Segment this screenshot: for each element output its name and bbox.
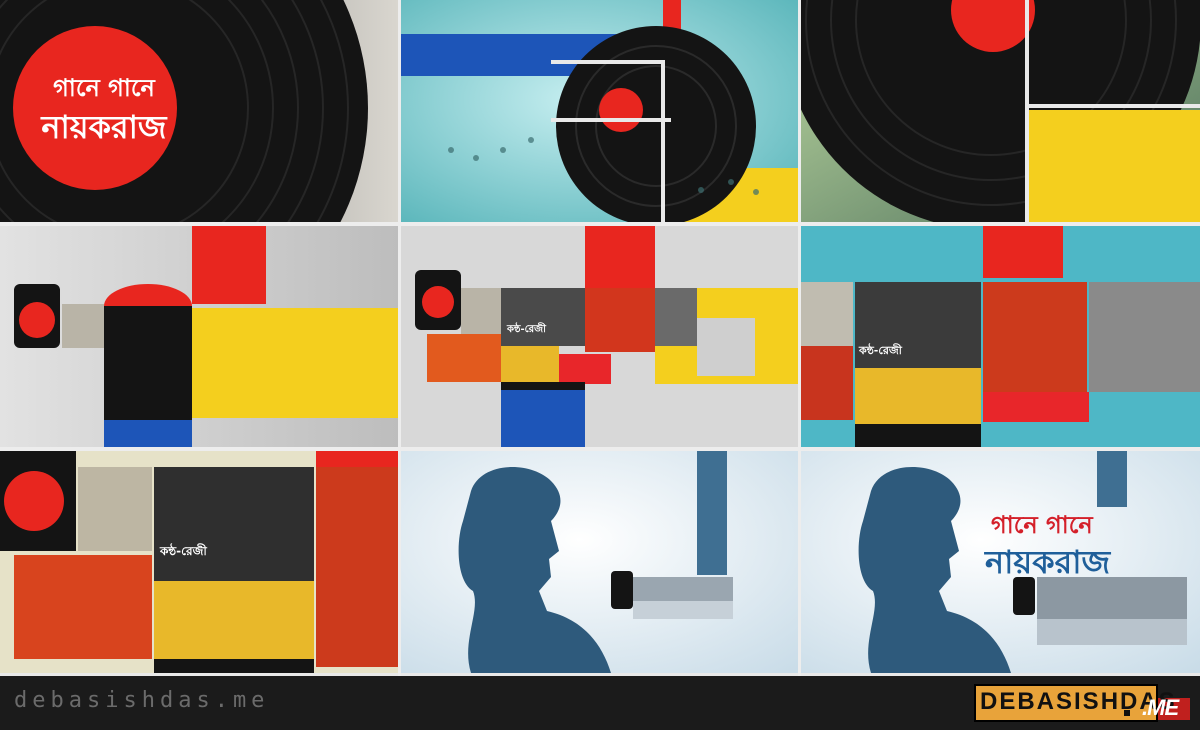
- brand-logo[interactable]: DEBASISHDAS .ME: [974, 684, 1190, 722]
- panel-record-zoom: [801, 0, 1200, 222]
- logo-dot: [1124, 710, 1130, 716]
- panel-portrait: [401, 451, 798, 673]
- final-title-line-2: নায়করাজ: [985, 543, 1111, 581]
- logo-suffix: .ME: [1142, 695, 1179, 720]
- collage-a-art: [401, 226, 798, 447]
- portrait-art: [401, 451, 798, 673]
- panel-collage-record: [0, 226, 398, 447]
- panel-collage-b: কন্ঠ-রেজী: [801, 226, 1200, 447]
- transition-art: [401, 0, 798, 222]
- panel-collage-c: কন্ঠ-রেজী: [0, 451, 398, 673]
- record-zoom-art: [801, 0, 1200, 222]
- grid-divider-h1: [0, 222, 1200, 226]
- grid-divider-v1: [398, 0, 401, 676]
- collage-a-caption: কন্ঠ-রেজী: [507, 324, 546, 335]
- footer-url[interactable]: debasishdas.me: [14, 688, 269, 713]
- grid-divider-v2: [798, 0, 801, 676]
- title-line-2: নায়করাজ: [41, 108, 167, 146]
- panel-final-title: গানে গানে নায়করাজ: [801, 451, 1200, 673]
- panel-transition: [401, 0, 798, 222]
- collage-b-art: [801, 226, 1200, 447]
- collage-b-caption: কন্ঠ-রেজী: [859, 344, 902, 357]
- grid-divider-h2: [0, 447, 1200, 451]
- collage-c-caption: কন্ঠ-রেজী: [160, 544, 207, 558]
- panel-collage-a: কন্ঠ-রেজী: [401, 226, 798, 447]
- collage-record-art: [0, 226, 398, 447]
- storyboard-grid: গানে গানে নায়করাজ কন্ঠ-রেজী কন্ঠ-রেজী ক…: [0, 0, 1200, 676]
- panel-title-card: গানে গানে নায়করাজ: [0, 0, 398, 222]
